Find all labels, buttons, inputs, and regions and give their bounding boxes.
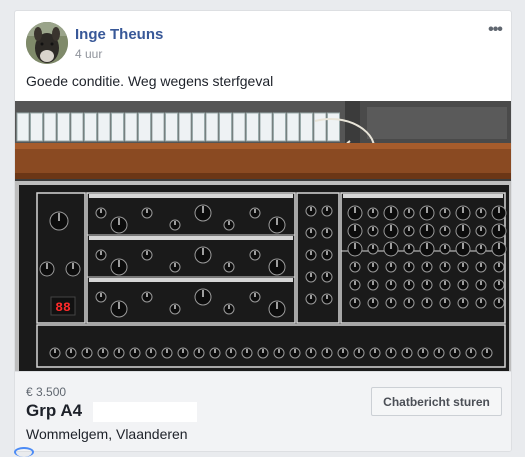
- post-timestamp[interactable]: 4 uur: [75, 47, 102, 61]
- marketplace-listing: € 3.500 Grp A4 Wommelgem, Vlaanderen Cha…: [15, 371, 511, 451]
- post-text: Goede conditie. Weg wegens sterfgeval: [26, 73, 274, 89]
- listing-location: Wommelgem, Vlaanderen: [26, 426, 188, 442]
- synthesizer-image: 88: [15, 101, 511, 371]
- author-name[interactable]: Inge Theuns: [75, 26, 163, 43]
- svg-text:88: 88: [55, 300, 71, 315]
- post-card: Inge Theuns 4 uur ••• Goede conditie. We…: [14, 10, 512, 452]
- listing-title[interactable]: Grp A4: [26, 401, 82, 421]
- avatar[interactable]: [26, 22, 68, 64]
- redaction-box: [93, 402, 197, 422]
- next-post-avatar-icon: [14, 447, 34, 457]
- send-message-button[interactable]: Chatbericht sturen: [371, 387, 502, 416]
- more-options-icon[interactable]: •••: [483, 19, 507, 43]
- listing-photo[interactable]: 88: [15, 101, 511, 371]
- avatar-image: [26, 22, 68, 64]
- listing-price: € 3.500: [26, 385, 67, 399]
